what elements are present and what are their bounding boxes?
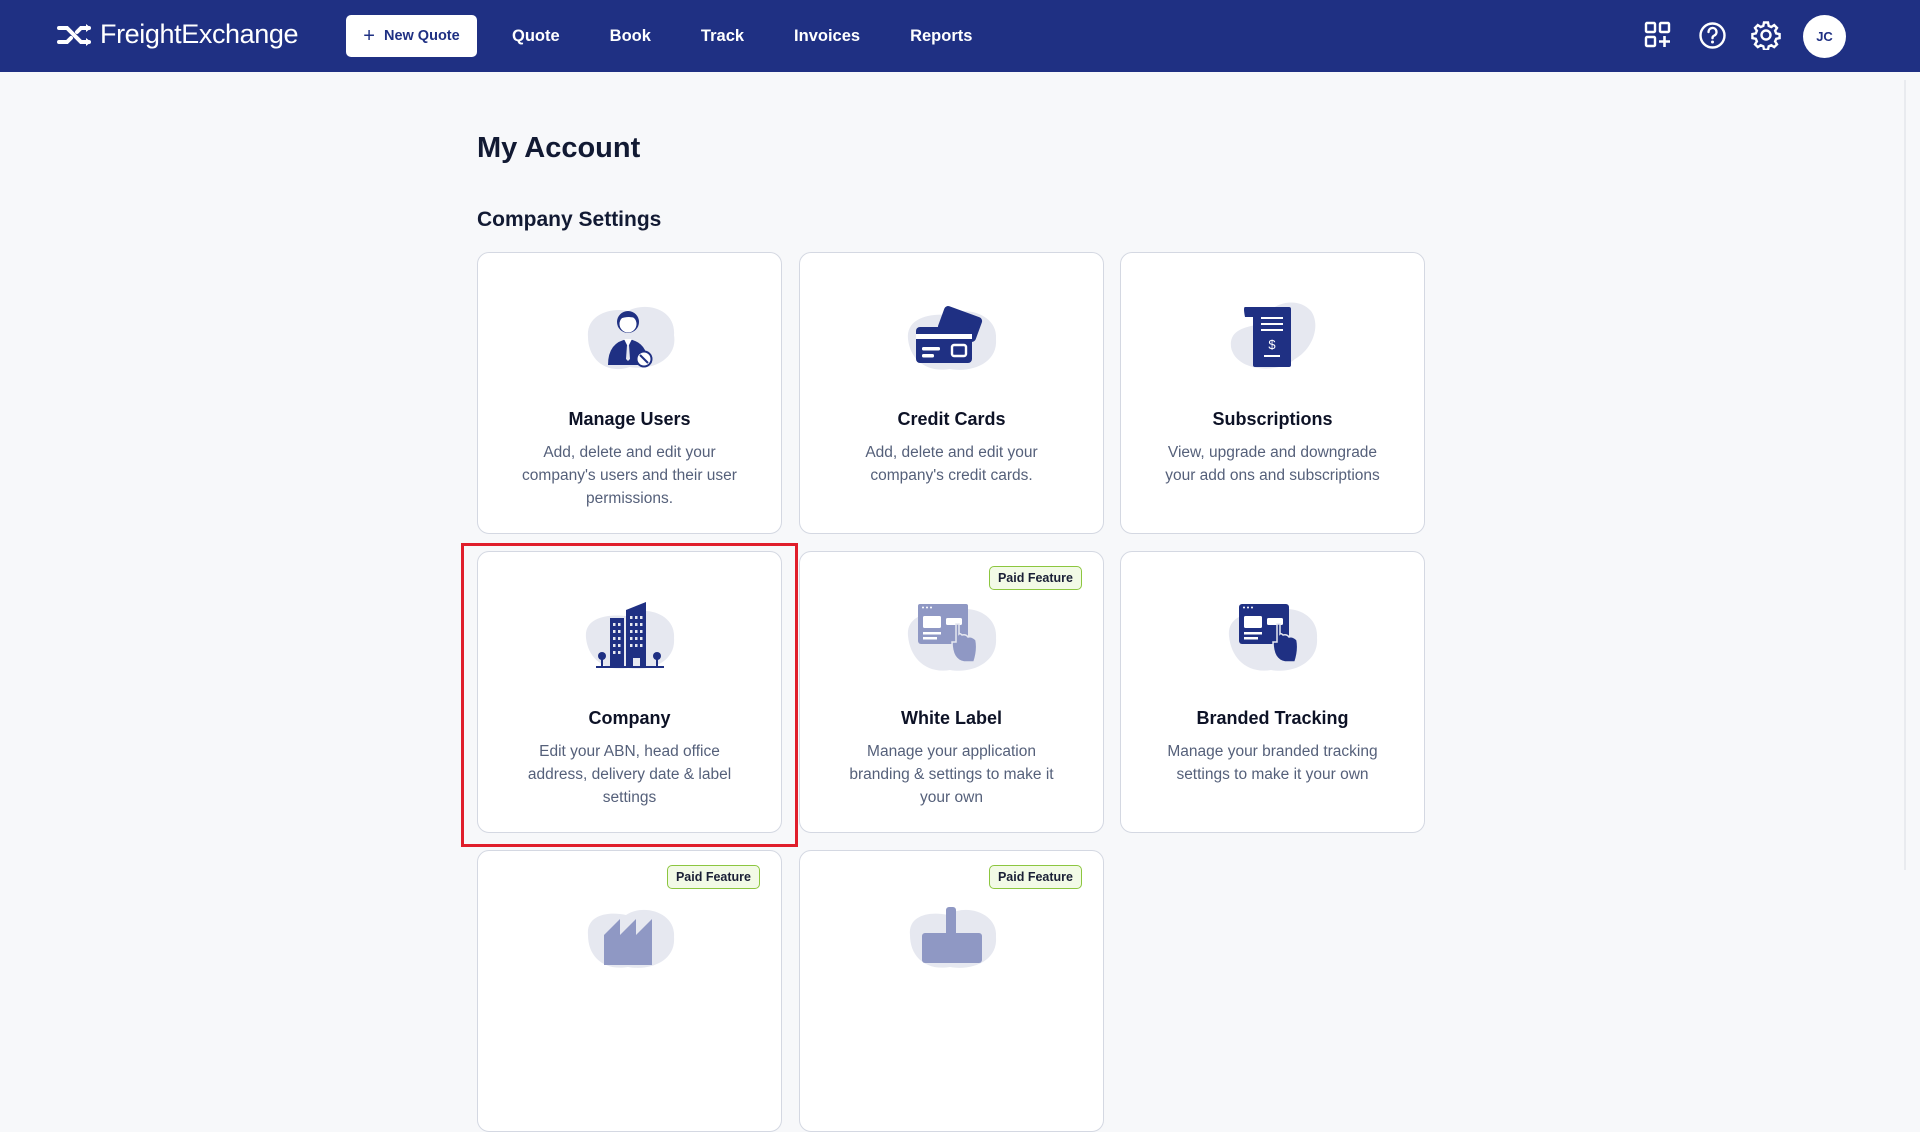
main-nav: Quote Book Track Invoices Reports [512, 0, 1022, 72]
nav-invoices[interactable]: Invoices [794, 27, 860, 46]
paid-feature-badge: Paid Feature [988, 865, 1082, 889]
subscriptions-card[interactable]: $ Subscriptions View, upgrade and downgr… [1120, 252, 1425, 534]
user-icon [587, 306, 675, 370]
white-label-icon [907, 604, 997, 671]
card-title: Company [588, 708, 671, 728]
card-title: White Label [900, 708, 1002, 728]
user-avatar[interactable]: JC [1803, 15, 1846, 58]
brand-logo[interactable]: FreightExchange [57, 19, 299, 50]
warehouse-card[interactable]: Paid Feature [477, 850, 782, 1132]
white-label-card[interactable]: Paid Feature White Label Manage your app… [799, 551, 1104, 833]
nav-reports[interactable]: Reports [910, 27, 972, 46]
apps-add-icon[interactable] [1642, 19, 1674, 51]
warehouse-icon [587, 909, 675, 968]
company-card[interactable]: Company Edit your ABN, head office addre… [477, 551, 782, 833]
card-description: Manage your application branding & setti… [849, 743, 1054, 806]
paid-feature-badge: Paid Feature [988, 566, 1082, 590]
nav-track[interactable]: Track [701, 27, 744, 46]
credit-cards-card[interactable]: Credit Cards Add, delete and edit your c… [799, 252, 1104, 534]
scrollbar[interactable] [1904, 80, 1906, 870]
card-description: Manage your branded tracking settings to… [1167, 743, 1378, 783]
integration-icon [909, 907, 997, 968]
card-title: Subscriptions [1212, 409, 1333, 429]
card-title: Branded Tracking [1196, 708, 1349, 728]
card-description: Edit your ABN, head office address, deli… [527, 743, 732, 806]
subscription-document-icon: $ [1230, 302, 1316, 369]
settings-gear-icon[interactable] [1750, 19, 1782, 51]
card-title: Manage Users [568, 409, 691, 429]
brand-name: FreightExchange [100, 19, 299, 49]
svg-text:$: $ [1268, 337, 1276, 352]
page-title: My Account [477, 132, 641, 164]
paid-feature-badge: Paid Feature [666, 865, 760, 889]
company-building-icon [585, 602, 675, 669]
branded-tracking-icon [1228, 604, 1318, 671]
help-icon[interactable] [1696, 19, 1728, 51]
nav-quote[interactable]: Quote [512, 27, 560, 46]
card-description: Add, delete and edit your company's user… [522, 444, 737, 507]
logo-arrows-icon [57, 23, 91, 46]
credit-card-icon [907, 306, 997, 370]
integration-card[interactable]: Paid Feature [799, 850, 1104, 1132]
card-description: View, upgrade and downgrade your add ons… [1165, 444, 1380, 484]
manage-users-card[interactable]: Manage Users Add, delete and edit your c… [477, 252, 782, 534]
new-quote-button[interactable]: + New Quote [346, 15, 477, 57]
section-title: Company Settings [477, 208, 662, 231]
new-quote-label: New Quote [383, 28, 460, 44]
card-title: Credit Cards [897, 409, 1006, 429]
top-navigation-bar: FreightExchange + New Quote Quote Book T… [0, 0, 1920, 72]
card-description: Add, delete and edit your company's cred… [865, 444, 1038, 484]
nav-book[interactable]: Book [610, 27, 651, 46]
branded-tracking-card[interactable]: Branded Tracking Manage your branded tra… [1120, 551, 1425, 833]
plus-icon: + [363, 25, 375, 47]
